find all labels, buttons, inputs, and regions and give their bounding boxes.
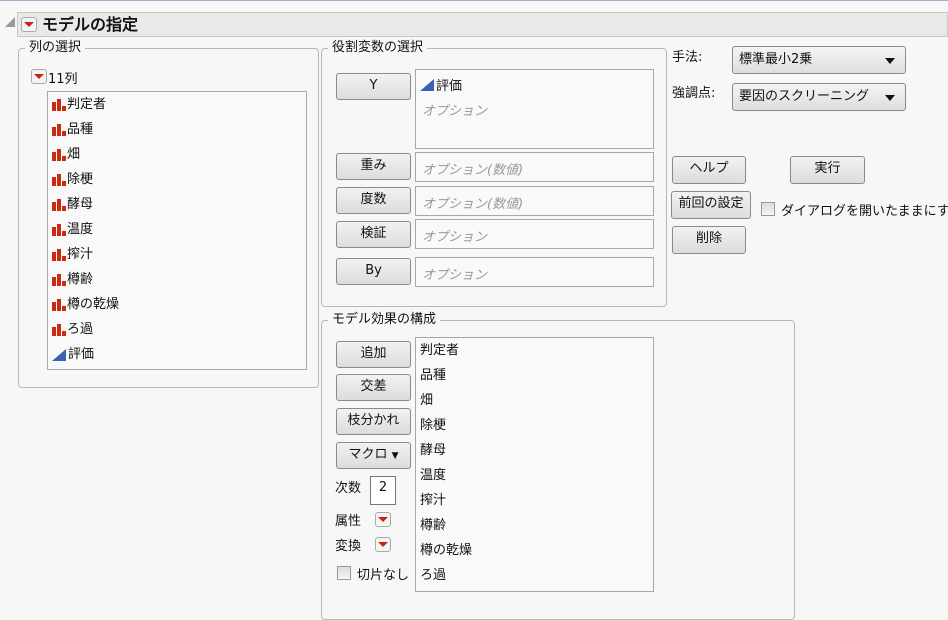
remove-button[interactable]: 削除 bbox=[672, 226, 746, 254]
validation-field[interactable]: オプション bbox=[415, 219, 654, 249]
column-list-item[interactable]: 樽齢 bbox=[52, 271, 93, 289]
effects-list[interactable]: 判定者品種畑除梗酵母温度搾汁樽齢樽の乾燥ろ過 bbox=[415, 337, 654, 592]
column-name: 畑 bbox=[67, 147, 81, 162]
degree-input[interactable]: 2 bbox=[370, 476, 396, 505]
emphasis-value: 要因のスクリーニング bbox=[739, 89, 870, 104]
column-list-item[interactable]: 品種 bbox=[52, 121, 93, 139]
freq-placeholder: オプション(数値) bbox=[422, 197, 524, 212]
column-name: 樽齢 bbox=[67, 272, 94, 287]
emphasis-label: 強調点: bbox=[672, 86, 716, 101]
method-select[interactable]: 標準最小2乗 bbox=[732, 46, 906, 74]
collapse-triangle-icon[interactable] bbox=[5, 17, 15, 27]
cross-button[interactable]: 交差 bbox=[336, 374, 411, 401]
degree-label: 次数 bbox=[335, 481, 362, 496]
weight-button[interactable]: 重み bbox=[336, 153, 411, 180]
nest-button[interactable]: 枝分かれ bbox=[336, 408, 411, 435]
column-list-item[interactable]: 畑 bbox=[52, 146, 80, 164]
validation-placeholder: オプション bbox=[422, 230, 488, 245]
by-button[interactable]: By bbox=[336, 258, 411, 285]
recall-button[interactable]: 前回の設定 bbox=[671, 191, 751, 219]
add-button[interactable]: 追加 bbox=[336, 341, 411, 368]
weight-placeholder: オプション(数値) bbox=[422, 163, 524, 178]
attributes-label: 属性 bbox=[335, 514, 362, 529]
group-label: 役割変数の選択 bbox=[328, 40, 428, 56]
nominal-icon bbox=[52, 199, 66, 211]
emphasis-select[interactable]: 要因のスクリーニング bbox=[732, 83, 906, 111]
column-name: 搾汁 bbox=[67, 247, 94, 262]
nominal-icon bbox=[52, 224, 66, 236]
effect-item[interactable]: 品種 bbox=[420, 367, 446, 385]
columns-menu-icon[interactable] bbox=[31, 69, 47, 84]
effect-item[interactable]: 除梗 bbox=[420, 417, 446, 435]
effect-item[interactable]: 温度 bbox=[420, 467, 446, 485]
nominal-icon bbox=[52, 124, 66, 136]
column-list-item[interactable]: 樽の乾燥 bbox=[52, 296, 119, 314]
macro-label: マクロ bbox=[348, 447, 388, 462]
nominal-icon bbox=[52, 299, 66, 311]
nominal-icon bbox=[52, 249, 66, 261]
column-list-item[interactable]: 評価 bbox=[52, 346, 94, 364]
by-placeholder: オプション bbox=[422, 268, 488, 283]
column-name: 樽の乾燥 bbox=[67, 297, 120, 312]
effect-item[interactable]: 判定者 bbox=[420, 342, 459, 360]
nominal-icon bbox=[52, 324, 66, 336]
freq-field[interactable]: オプション(数値) bbox=[415, 186, 654, 216]
y-value: 評価 bbox=[436, 79, 463, 94]
group-label: 列の選択 bbox=[25, 40, 86, 56]
column-name: ろ過 bbox=[67, 322, 94, 337]
no-intercept-label: 切片なし bbox=[357, 568, 410, 583]
column-list-item[interactable]: 酵母 bbox=[52, 196, 93, 214]
method-value: 標準最小2乗 bbox=[739, 52, 813, 67]
y-role-list[interactable]: 評価 オプション bbox=[415, 69, 654, 149]
help-button[interactable]: ヘルプ bbox=[672, 156, 746, 184]
method-label: 手法: bbox=[672, 50, 703, 65]
column-list-item[interactable]: ろ過 bbox=[52, 321, 93, 339]
title-bar: モデルの指定 bbox=[17, 12, 948, 37]
column-list-item[interactable]: 搾汁 bbox=[52, 246, 93, 264]
nominal-icon bbox=[52, 274, 66, 286]
column-list-item[interactable]: 除梗 bbox=[52, 171, 93, 189]
effect-item[interactable]: 樽齢 bbox=[420, 517, 446, 535]
nominal-icon bbox=[52, 99, 66, 111]
no-intercept-checkbox[interactable] bbox=[337, 566, 351, 580]
run-button[interactable]: 実行 bbox=[790, 156, 865, 184]
column-name: 評価 bbox=[68, 347, 95, 362]
validation-button[interactable]: 検証 bbox=[336, 221, 411, 248]
weight-field[interactable]: オプション(数値) bbox=[415, 152, 654, 182]
transform-menu-icon[interactable] bbox=[375, 537, 391, 552]
column-name: 温度 bbox=[67, 222, 94, 237]
column-list-item[interactable]: 温度 bbox=[52, 221, 93, 239]
y-placeholder: オプション bbox=[422, 104, 488, 119]
nominal-icon bbox=[52, 149, 66, 161]
continuous-icon bbox=[420, 78, 434, 91]
by-field[interactable]: オプション bbox=[415, 257, 654, 287]
effect-item[interactable]: ろ過 bbox=[420, 567, 446, 585]
effect-item[interactable]: 畑 bbox=[420, 392, 433, 410]
nominal-icon bbox=[52, 174, 66, 186]
column-name: 品種 bbox=[67, 122, 94, 137]
effect-item[interactable]: 搾汁 bbox=[420, 492, 446, 510]
column-name: 判定者 bbox=[67, 97, 107, 112]
column-name: 酵母 bbox=[67, 197, 94, 212]
continuous-icon bbox=[52, 349, 66, 361]
keep-open-label: ダイアログを開いたままにする bbox=[781, 204, 948, 219]
column-list[interactable]: 判定者品種畑除梗酵母温度搾汁樽齢樽の乾燥ろ過評価 bbox=[47, 91, 307, 370]
effect-item[interactable]: 酵母 bbox=[420, 442, 446, 460]
freq-button[interactable]: 度数 bbox=[336, 187, 411, 214]
effect-item[interactable]: 樽の乾燥 bbox=[420, 542, 472, 560]
dropdown-arrow-icon: ▼ bbox=[391, 451, 399, 461]
title-menu-icon[interactable] bbox=[21, 17, 37, 32]
keep-open-checkbox[interactable] bbox=[761, 202, 775, 216]
column-count: 11列 bbox=[48, 72, 78, 87]
page-title: モデルの指定 bbox=[42, 15, 139, 34]
transform-label: 変換 bbox=[335, 539, 362, 554]
column-list-item[interactable]: 判定者 bbox=[52, 96, 106, 114]
y-button[interactable]: Y bbox=[336, 73, 411, 100]
macro-button[interactable]: マクロ ▼ bbox=[336, 442, 411, 469]
attributes-menu-icon[interactable] bbox=[375, 512, 391, 527]
column-name: 除梗 bbox=[67, 172, 94, 187]
group-label: モデル効果の構成 bbox=[328, 312, 441, 328]
